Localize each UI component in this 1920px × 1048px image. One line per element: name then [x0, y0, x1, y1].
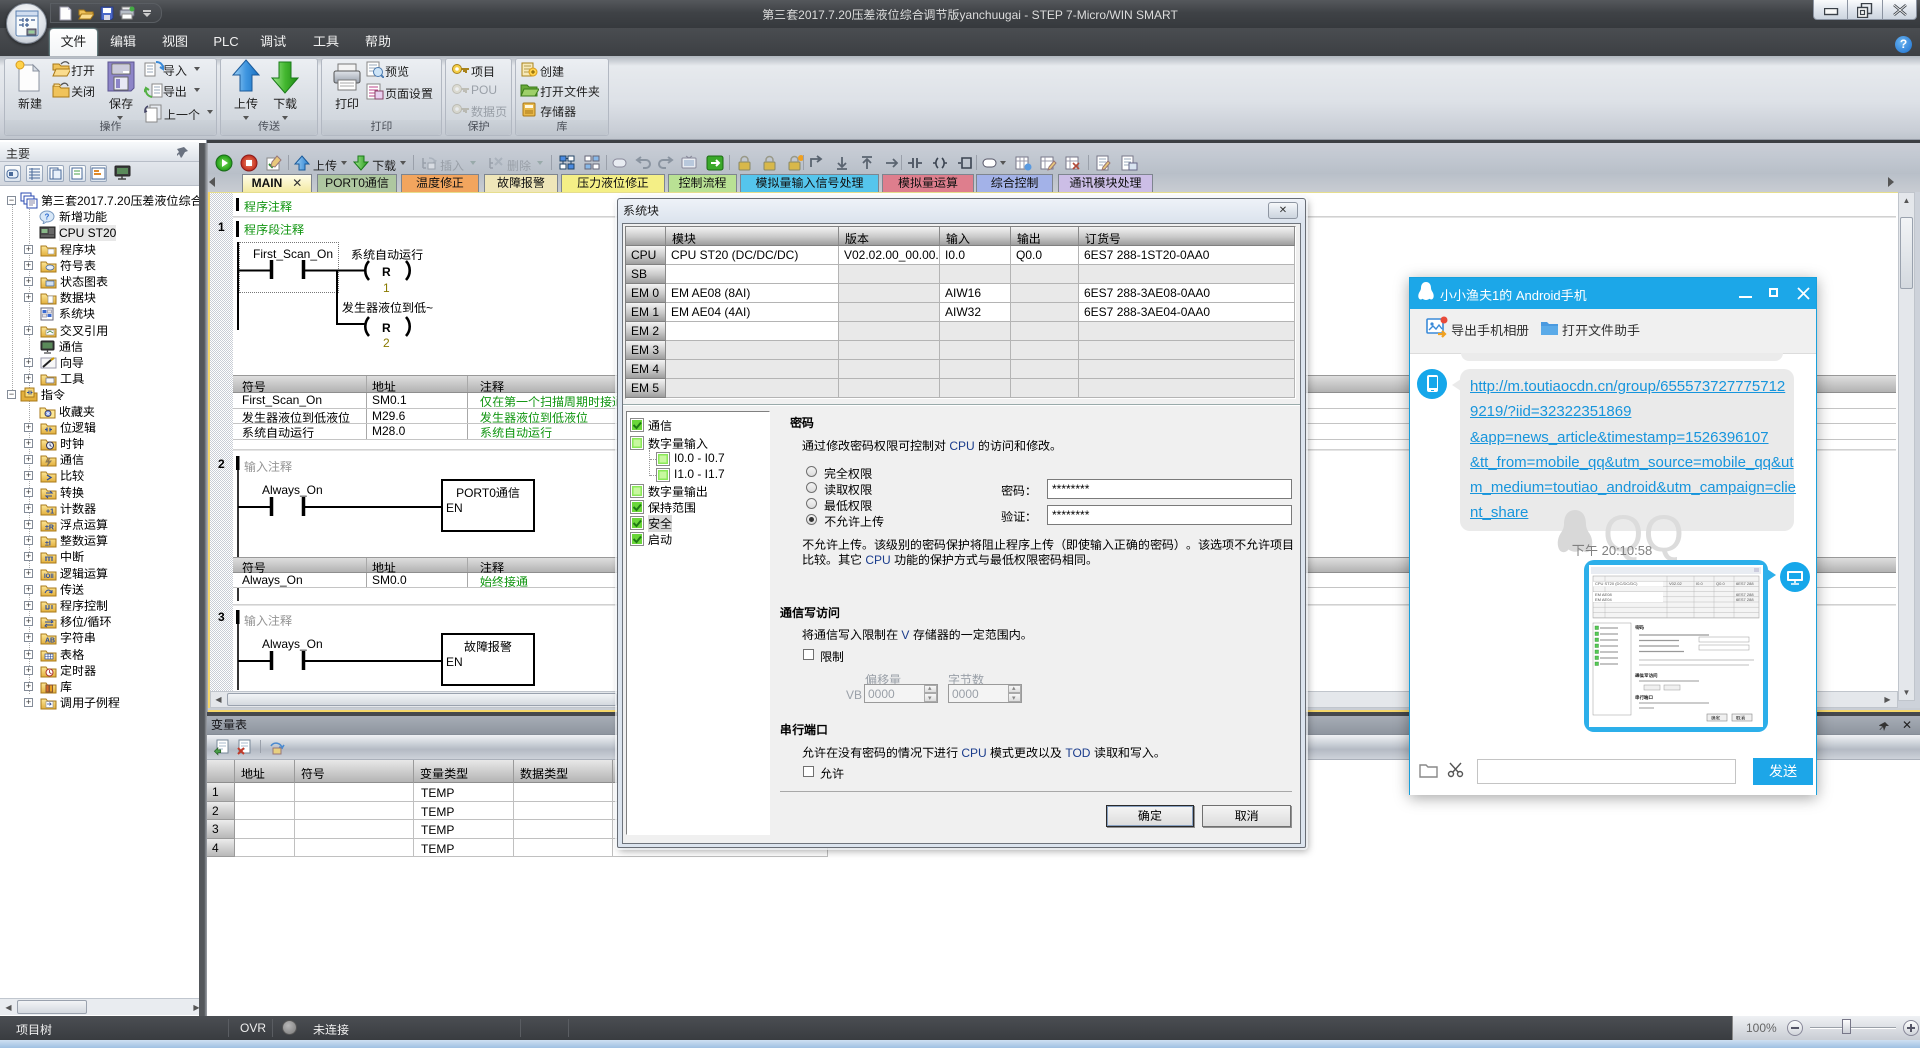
svg-text:6ES7 288: 6ES7 288	[1736, 581, 1754, 586]
svg-text:CPU ST20 (DC/DC/DC): CPU ST20 (DC/DC/DC)	[1595, 581, 1638, 586]
svg-text:V02.02: V02.02	[1669, 581, 1682, 586]
svg-text:R: R	[382, 265, 391, 279]
svg-text:+1: +1	[46, 509, 54, 516]
svg-text:±R: ±R	[45, 525, 54, 532]
svg-text:取消: 取消	[1735, 716, 1745, 721]
svg-text:?: ?	[45, 213, 50, 222]
svg-text:通信写访问: 通信写访问	[1634, 672, 1658, 678]
svg-text:AB: AB	[45, 638, 55, 645]
svg-text:±I: ±I	[45, 541, 51, 548]
svg-text:EM AE04: EM AE04	[1595, 597, 1612, 602]
svg-text:6ES7 288: 6ES7 288	[1736, 597, 1754, 602]
svg-text:I0.0: I0.0	[1696, 581, 1703, 586]
svg-text:Q0.0: Q0.0	[1716, 581, 1725, 586]
svg-text:R: R	[382, 321, 391, 335]
svg-text:IOII: IOII	[44, 574, 54, 580]
svg-text:确定: 确定	[1711, 715, 1720, 721]
svg-text:密码: 密码	[1634, 624, 1644, 630]
svg-text:串行端口: 串行端口	[1635, 694, 1653, 700]
